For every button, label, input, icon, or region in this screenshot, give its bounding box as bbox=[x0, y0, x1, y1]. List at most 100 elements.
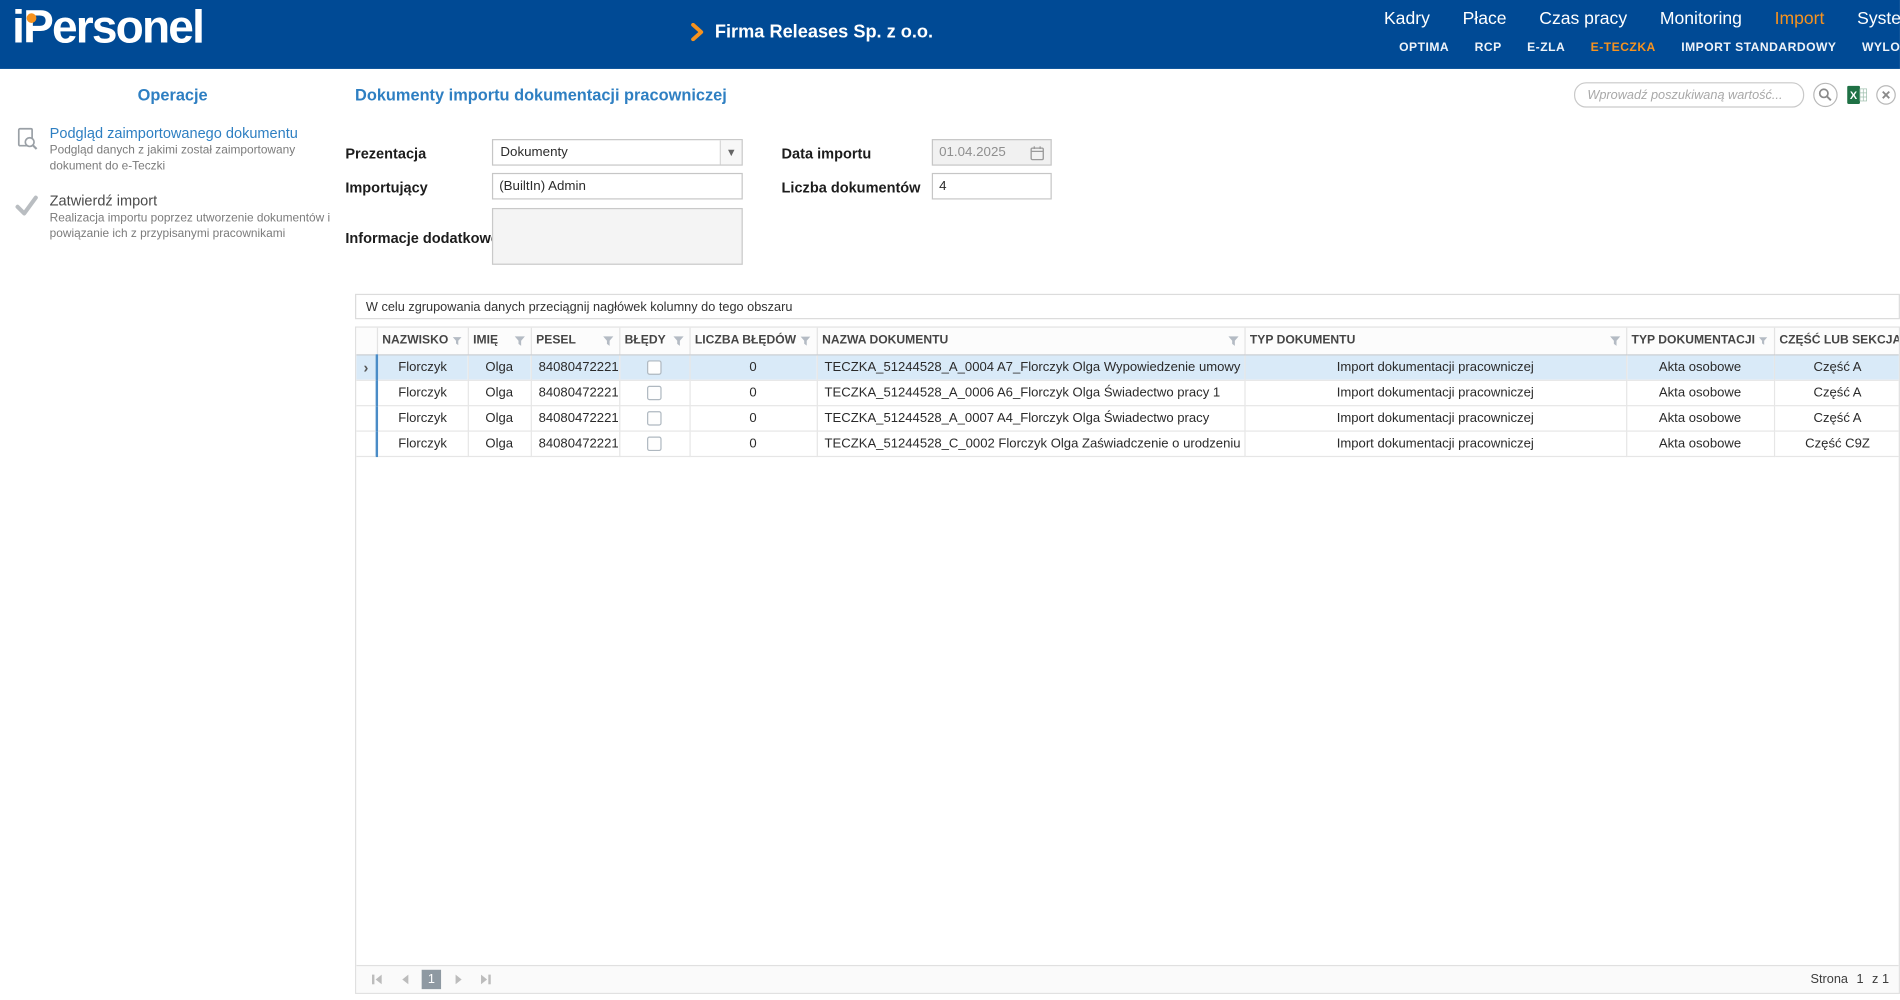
subnav-import-standardowy[interactable]: IMPORT STANDARDOWY bbox=[1681, 41, 1836, 54]
nav-monitoring[interactable]: Monitoring bbox=[1660, 10, 1742, 29]
informacje-dodatkowe-label: Informacje dodatkowe bbox=[345, 230, 499, 247]
column-header-czesc-lub-sekcja[interactable]: CZĘŚĆ LUB SEKCJA bbox=[1774, 328, 1900, 355]
logo-orange-dot-icon bbox=[27, 13, 37, 23]
importujacy-value: (BuiltIn) Admin bbox=[499, 179, 586, 194]
column-header-bledy[interactable]: BŁĘDY bbox=[619, 328, 689, 355]
errors-checkbox[interactable] bbox=[647, 411, 662, 426]
main-nav: Kadry Płace Czas pracy Monitoring Import… bbox=[1384, 10, 1900, 29]
company-selector[interactable]: Firma Releases Sp. z o.o. bbox=[691, 22, 933, 43]
nav-czas-pracy[interactable]: Czas pracy bbox=[1539, 10, 1627, 29]
filter-icon[interactable] bbox=[513, 335, 525, 347]
operation-title[interactable]: Podgląd zaimportowanego dokumentu bbox=[50, 125, 342, 142]
prev-page-button[interactable] bbox=[394, 970, 416, 989]
sidebar-item-zatwierdz-import[interactable]: Zatwierdź import Realizacja importu popr… bbox=[15, 193, 342, 243]
subnav-e-teczka[interactable]: E-TECZKA bbox=[1591, 41, 1656, 54]
informacje-dodatkowe-textarea[interactable] bbox=[492, 208, 743, 265]
cell-pesel: 84080472221 bbox=[531, 354, 619, 379]
first-page-button[interactable] bbox=[366, 970, 388, 989]
cell-nazwa: TECZKA_51244528_A_0004 A7_Florczyk Olga … bbox=[817, 354, 1245, 379]
data-importu-label: Data importu bbox=[782, 145, 872, 162]
cell-nazwisko: Florczyk bbox=[377, 430, 468, 455]
search-button[interactable] bbox=[1813, 82, 1838, 107]
filter-icon[interactable] bbox=[452, 335, 462, 347]
app-logo[interactable]: iPersonel bbox=[12, 2, 203, 54]
page-info-number: 1 bbox=[1856, 972, 1863, 987]
table-row[interactable]: FlorczykOlga840804722210TECZKA_51244528_… bbox=[356, 405, 1900, 430]
column-header-nazwa-dokumentu[interactable]: NAZWA DOKUMENTU bbox=[817, 328, 1245, 355]
close-button[interactable] bbox=[1876, 85, 1897, 106]
column-header-pesel[interactable]: PESEL bbox=[531, 328, 619, 355]
calendar-icon bbox=[1030, 144, 1045, 160]
next-page-button[interactable] bbox=[447, 970, 469, 989]
group-by-panel[interactable]: W celu zgrupowania danych przeciągnij na… bbox=[355, 294, 1900, 319]
errors-checkbox[interactable] bbox=[647, 360, 662, 375]
nav-import[interactable]: Import bbox=[1775, 10, 1825, 29]
pager: 1 Strona 1 z 1 bbox=[356, 965, 1898, 993]
cell-pesel: 84080472221 bbox=[531, 380, 619, 405]
column-header-typ-dokumentacji[interactable]: TYP DOKUMENTACJI bbox=[1626, 328, 1774, 355]
export-excel-button[interactable]: X bbox=[1847, 85, 1868, 106]
table-row[interactable]: FlorczykOlga840804722210TECZKA_51244528_… bbox=[356, 430, 1900, 455]
column-header-liczba-bledow[interactable]: LICZBA BŁĘDÓW bbox=[689, 328, 816, 355]
row-indicator bbox=[356, 405, 377, 430]
prezentacja-label: Prezentacja bbox=[345, 145, 426, 162]
cell-imie: Olga bbox=[468, 354, 531, 379]
checkmark-icon bbox=[15, 195, 39, 217]
cell-typ_dokumentu: Import dokumentacji pracowniczej bbox=[1244, 430, 1626, 455]
liczba-dokumentow-value: 4 bbox=[939, 179, 946, 194]
cell-imie: Olga bbox=[468, 405, 531, 430]
documents-grid: W celu zgrupowania danych przeciągnij na… bbox=[355, 294, 1900, 994]
column-header-typ-dokumentu[interactable]: TYP DOKUMENTU bbox=[1244, 328, 1626, 355]
table-row[interactable]: FlorczykOlga840804722210TECZKA_51244528_… bbox=[356, 380, 1900, 405]
nav-kadry[interactable]: Kadry bbox=[1384, 10, 1430, 29]
filter-icon[interactable] bbox=[1227, 335, 1239, 347]
subnav-rcp[interactable]: RCP bbox=[1475, 41, 1502, 54]
chevron-right-icon bbox=[691, 23, 704, 41]
filter-icon[interactable] bbox=[800, 335, 811, 347]
sidebar-item-podglad-dokumentu[interactable]: Podgląd zaimportowanego dokumentu Podglą… bbox=[15, 125, 342, 175]
table-row[interactable]: ›FlorczykOlga840804722210TECZKA_51244528… bbox=[356, 354, 1900, 379]
cell-typ_dokumentacji: Akta osobowe bbox=[1626, 430, 1774, 455]
cell-typ_dokumentu: Import dokumentacji pracowniczej bbox=[1244, 405, 1626, 430]
subnav-wyloguj[interactable]: WYLOGUJ bbox=[1862, 41, 1900, 54]
cell-imie: Olga bbox=[468, 380, 531, 405]
last-page-button[interactable] bbox=[475, 970, 497, 989]
search-input[interactable] bbox=[1574, 82, 1804, 107]
row-indicator bbox=[356, 380, 377, 405]
operation-title[interactable]: Zatwierdź import bbox=[50, 193, 342, 210]
search-icon bbox=[1813, 82, 1838, 107]
data-importu-value: 01.04.2025 bbox=[939, 145, 1006, 160]
cell-nazwa: TECZKA_51244528_A_0006 A6_Florczyk Olga … bbox=[817, 380, 1245, 405]
cell-pesel: 84080472221 bbox=[531, 430, 619, 455]
search-area: X bbox=[1574, 82, 1896, 107]
filter-icon[interactable] bbox=[672, 335, 684, 347]
prezentacja-select[interactable]: Dokumenty ▼ bbox=[492, 139, 743, 166]
cell-nazwisko: Florczyk bbox=[377, 380, 468, 405]
row-indicator bbox=[356, 430, 377, 455]
filter-icon[interactable] bbox=[1759, 335, 1769, 347]
errors-checkbox[interactable] bbox=[647, 385, 662, 400]
subnav-e-zla[interactable]: E-ZLA bbox=[1527, 41, 1565, 54]
nav-system[interactable]: System bbox=[1857, 10, 1900, 29]
errors-checkbox[interactable] bbox=[647, 436, 662, 451]
subnav-optima[interactable]: OPTIMA bbox=[1399, 41, 1449, 54]
filter-icon[interactable] bbox=[1609, 335, 1621, 347]
page-info: Strona 1 z 1 bbox=[1811, 972, 1890, 987]
page-info-label: Strona bbox=[1811, 972, 1848, 987]
column-header-nazwisko[interactable]: NAZWISKO bbox=[377, 328, 468, 355]
operation-desc: Podgląd danych z jakimi został zaimporto… bbox=[50, 144, 342, 175]
header-row: NAZWISKO IMIĘ PESEL BŁĘDY LICZBA bbox=[356, 328, 1900, 355]
cell-typ_dokumentacji: Akta osobowe bbox=[1626, 380, 1774, 405]
liczba-dokumentow-label: Liczba dokumentów bbox=[782, 179, 921, 196]
chevron-down-icon[interactable]: ▼ bbox=[720, 140, 742, 164]
filter-icon[interactable] bbox=[602, 335, 614, 347]
page-title: Dokumenty importu dokumentacji pracownic… bbox=[355, 86, 727, 104]
column-header-imie[interactable]: IMIĘ bbox=[468, 328, 531, 355]
cell-czesc: Część A bbox=[1774, 405, 1900, 430]
cell-bledy bbox=[619, 430, 689, 455]
cell-liczba_bledow: 0 bbox=[689, 354, 816, 379]
importujacy-field[interactable]: (BuiltIn) Admin bbox=[492, 173, 743, 200]
nav-place[interactable]: Płace bbox=[1463, 10, 1507, 29]
prezentacja-value: Dokumenty bbox=[493, 145, 720, 160]
current-page-button[interactable]: 1 bbox=[422, 970, 441, 989]
